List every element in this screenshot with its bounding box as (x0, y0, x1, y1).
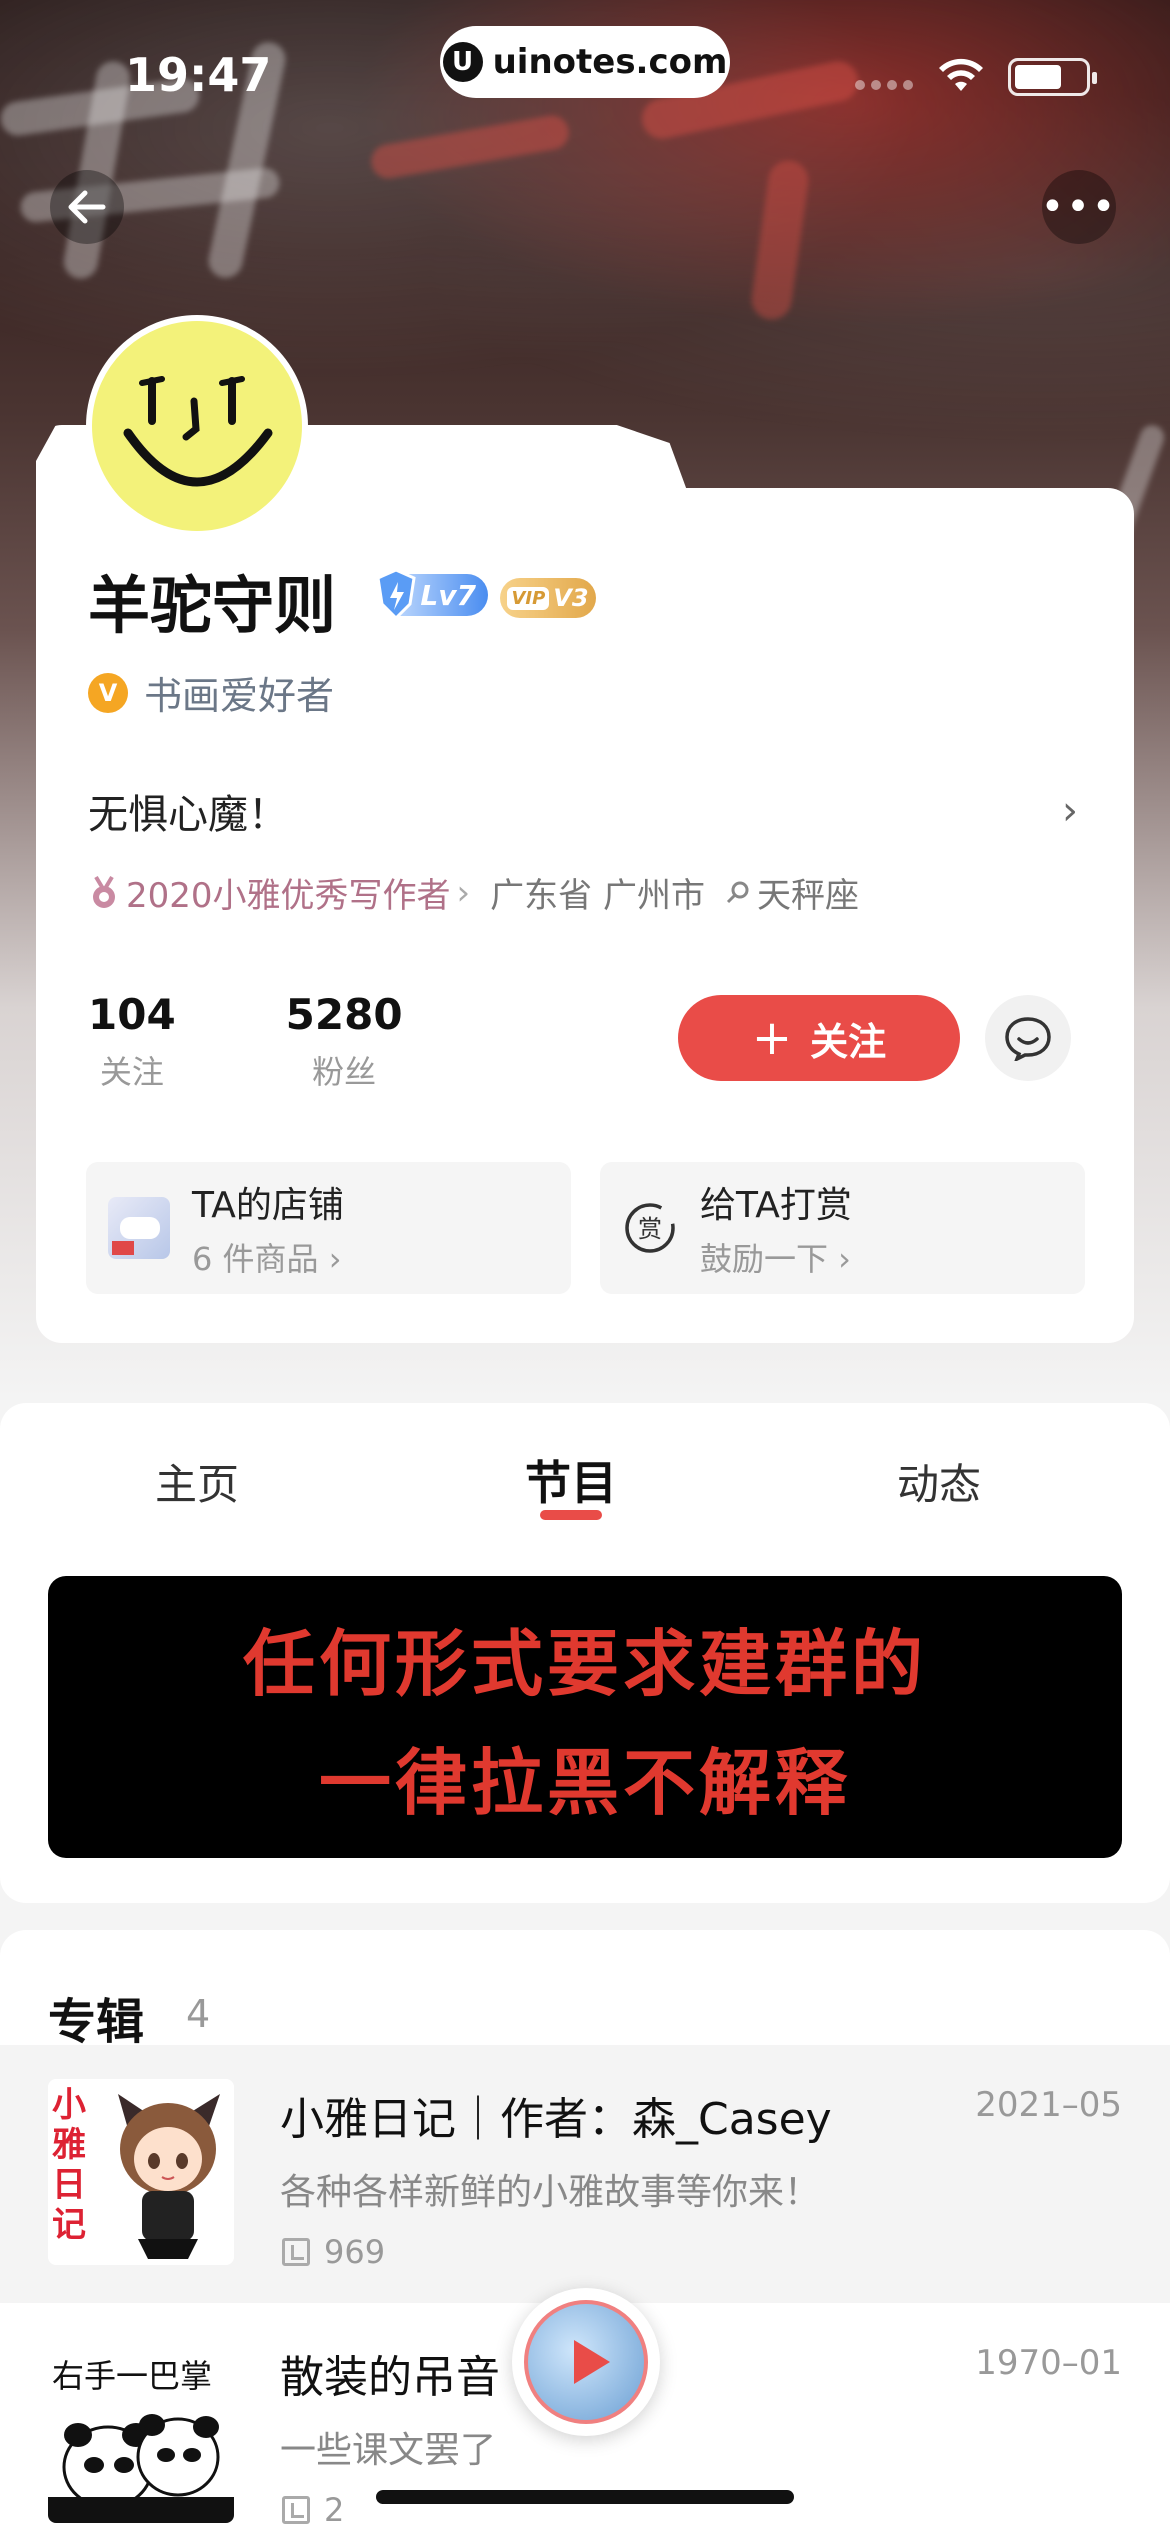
floating-player-button[interactable] (512, 2288, 660, 2436)
album-description: 一些课文罢了 (280, 2430, 497, 2471)
level-shield-icon (376, 568, 416, 621)
follow-label: 关注 (810, 1019, 887, 1064)
chat-bubble-icon (1005, 1017, 1051, 1061)
zodiac-icon (726, 881, 749, 903)
album-cover: 小雅日记 (48, 2079, 234, 2265)
award-text: 2020小雅优秀写作者 (126, 876, 451, 916)
url-text: uinotes.com (492, 42, 728, 82)
following-label: 关注 (99, 1053, 164, 1091)
reward-icon: 赏 (625, 1203, 675, 1253)
tab-home[interactable]: 主页 (155, 1451, 239, 1512)
tab-programs[interactable]: 节目 (525, 1447, 617, 1513)
followers-stat[interactable]: 5280 粉丝 (286, 990, 403, 1093)
album-count-value: 2 (324, 2491, 345, 2529)
cover-caption: 右手一巴掌 (52, 2357, 213, 2395)
verification-row: V 书画爱好者 (88, 665, 334, 720)
vip-badge[interactable]: VIP V3 (500, 578, 596, 618)
home-indicator (376, 2490, 794, 2504)
reward-title: 给TA打赏 (700, 1185, 852, 1226)
bio-row[interactable]: 无惧心魔！ › (88, 782, 1078, 840)
level-text: Lv7 (420, 578, 476, 612)
tabs-section: 主页 节目 动态 任何形式要求建群的 一律拉黑不解释 (0, 1403, 1170, 1903)
reward-icon-text: 赏 (638, 1215, 662, 1243)
album-date: 1970–01 (975, 2343, 1122, 2383)
followers-count: 5280 (285, 990, 403, 1039)
verification-label: 书画爱好者 (144, 674, 335, 718)
username: 羊驼守则 (88, 569, 337, 642)
album-item[interactable]: 小雅日记 小雅日记｜作者：森_Casey 各种各样新鲜的小雅故事等你来！ 969… (0, 2045, 1170, 2303)
reward-subtitle: 鼓励一下 › (700, 1240, 851, 1278)
album-episode-count: 2 (282, 2491, 344, 2529)
stats: 104 关注 5280 粉丝 (88, 990, 403, 1093)
albums-section: 专辑 4 小雅日记 小雅日记｜作者：森_Casey 各种各样新鲜的小雅故事等你来… (0, 1930, 1170, 2532)
award-link[interactable]: 2020小雅优秀写作者 › (88, 868, 470, 917)
followers-label: 粉丝 (312, 1053, 377, 1091)
back-button[interactable] (50, 170, 124, 244)
album-cover: 右手一巴掌 (48, 2337, 234, 2523)
message-button[interactable] (985, 995, 1071, 1081)
status-bar: 19:47 U uinotes.com (0, 0, 1170, 140)
level-badge[interactable]: Lv7 (376, 568, 488, 621)
album-title: 散装的吊音 (280, 2352, 500, 2403)
shop-thumbnail (108, 1197, 170, 1259)
wifi-icon (939, 58, 983, 91)
signal-icon (855, 80, 913, 90)
zodiac-text: 天秤座 (756, 876, 859, 916)
anime-girl-illustration (118, 2094, 220, 2259)
vip-mark: VIP (507, 586, 550, 610)
album-date: 2021–05 (975, 2085, 1122, 2125)
location-text: 广东省 广州市 (490, 876, 705, 916)
status-time: 19:47 (125, 48, 272, 102)
bio-text: 无惧心魔！ (88, 792, 288, 838)
smiley-face-icon (123, 376, 273, 487)
cover-caption: 小雅日记 (52, 2085, 86, 2245)
shop-subtitle: 6 件商品 › (192, 1240, 342, 1278)
active-tab-indicator (540, 1510, 602, 1520)
plus-icon: + (751, 1010, 793, 1066)
episodes-icon (282, 2496, 310, 2524)
zodiac: 天秤座 (725, 868, 859, 917)
albums-title: 专辑 (48, 1994, 145, 2050)
banner-line-2: 一律拉黑不解释 (318, 1741, 851, 1825)
panda-meme-illustration (48, 2414, 234, 2523)
following-count: 104 (88, 990, 176, 1039)
album-title: 小雅日记｜作者：森_Casey (280, 2094, 832, 2145)
avatar[interactable] (86, 315, 308, 537)
chevron-right-icon: › (1062, 788, 1078, 834)
album-episode-count: 969 (282, 2233, 385, 2271)
album-description: 各种各样新鲜的小雅故事等你来！ (280, 2172, 821, 2213)
more-dots-icon: ••• (1040, 184, 1118, 230)
follow-button[interactable]: + 关注 (678, 995, 960, 1081)
battery-icon (1008, 58, 1097, 96)
arrow-left-icon (68, 190, 106, 224)
site-logo-icon: U (442, 42, 483, 82)
album-count-value: 969 (324, 2233, 386, 2271)
play-icon (524, 2300, 648, 2424)
medal-icon (93, 875, 115, 908)
shop-tile[interactable]: TA的店铺 6 件商品 › (86, 1162, 571, 1294)
vip-level-text: V3 (553, 584, 589, 612)
chevron-right-icon: › (456, 872, 471, 913)
following-stat[interactable]: 104 关注 (88, 990, 176, 1093)
tab-feed[interactable]: 动态 (897, 1451, 981, 1512)
reward-tile[interactable]: 赏 给TA打赏 鼓励一下 › (600, 1162, 1085, 1294)
notice-banner[interactable]: 任何形式要求建群的 一律拉黑不解释 (48, 1576, 1122, 1858)
shop-title: TA的店铺 (192, 1185, 344, 1226)
banner-line-1: 任何形式要求建群的 (242, 1622, 927, 1706)
episodes-icon (282, 2238, 310, 2266)
profile-meta-row: 2020小雅优秀写作者 › 广东省 广州市 天秤座 (88, 868, 859, 917)
albums-count: 4 (186, 1992, 211, 2036)
verified-icon: V (88, 672, 128, 713)
more-button[interactable]: ••• (1040, 170, 1118, 244)
url-pill[interactable]: U uinotes.com (440, 26, 730, 98)
